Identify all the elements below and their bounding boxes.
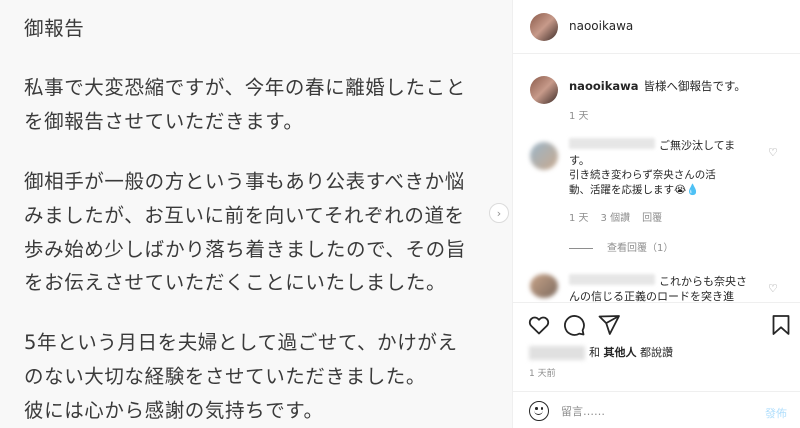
reply-button[interactable]: 回覆 bbox=[642, 213, 662, 224]
image-text-line: 5年という月日を夫婦として過ごせて、かけがえ bbox=[24, 331, 458, 354]
heart-icon[interactable]: ♡ bbox=[768, 145, 778, 160]
heart-icon[interactable]: ♡ bbox=[768, 281, 778, 296]
likes-and: 和 bbox=[589, 346, 600, 359]
avatar[interactable] bbox=[530, 76, 558, 104]
view-replies-button[interactable]: 查看回覆（1） bbox=[569, 241, 673, 256]
image-text-line: を御報告させていただきます。 bbox=[24, 110, 304, 133]
image-text-line: 歩み始め少しばかり落ち着きましたので、その旨 bbox=[24, 238, 466, 261]
caption-time[interactable]: 1 天 bbox=[569, 107, 589, 122]
comment-likes[interactable]: 3 個讚 bbox=[601, 213, 631, 224]
heart-icon[interactable] bbox=[527, 313, 551, 337]
comment-meta: 1 天 3 個讚 回覆 bbox=[569, 211, 674, 226]
image-text-line: 御相手が一般の方という事もあり公表すべきか悩 bbox=[24, 170, 465, 193]
image-text-line: 彼には心から感謝の気持ちです。 bbox=[24, 399, 324, 422]
post-sidebar: naooikawa naooikawa 皆様へ御報告です。 1 天 ご無沙汰してま… bbox=[512, 0, 800, 428]
header-username[interactable]: naooikawa bbox=[569, 19, 633, 33]
avatar[interactable] bbox=[530, 274, 558, 298]
view-replies-label: 查看回覆（1） bbox=[607, 243, 674, 254]
add-comment-bar: 發佈 bbox=[513, 391, 800, 428]
comment-text: これからも奈央さ bbox=[659, 275, 747, 288]
avatar[interactable] bbox=[530, 13, 558, 41]
image-text-line: 御報告 bbox=[24, 17, 85, 40]
comment-text: す。 bbox=[569, 154, 590, 167]
blurred-username[interactable] bbox=[569, 138, 655, 149]
comment-line-1: これからも奈央さ bbox=[569, 274, 747, 289]
likes-others[interactable]: 其他人 bbox=[604, 346, 637, 359]
post-comment-button[interactable]: 發佈 bbox=[765, 405, 787, 421]
image-text-line: をお伝えさせていただくことにいたしました。 bbox=[24, 271, 447, 294]
caption-text: 皆様へ御報告です。 bbox=[643, 79, 746, 93]
likes-summary: 和 其他人 都說讚 bbox=[529, 344, 673, 360]
comment-line-1: ご無沙汰してま bbox=[569, 138, 735, 153]
divider bbox=[569, 247, 593, 249]
comment-text: ご無沙汰してま bbox=[659, 139, 736, 152]
comment-icon[interactable] bbox=[562, 313, 586, 337]
avatar[interactable] bbox=[530, 142, 558, 170]
comment-input[interactable] bbox=[561, 401, 751, 421]
paper-plane-icon[interactable] bbox=[597, 313, 621, 337]
post-header: naooikawa bbox=[513, 0, 800, 54]
post-actions: 和 其他人 都說讚 1 天前 發佈 bbox=[513, 302, 800, 428]
blurred-liker[interactable] bbox=[529, 346, 585, 360]
comment-text: んの信じる正義のロードを突き進 bbox=[569, 290, 734, 302]
image-text-line: のない大切な経験をさせていただきました。 bbox=[24, 365, 427, 388]
image-text-line: みましたが、お互いに前を向いてそれぞれの道を bbox=[24, 204, 465, 227]
comment-text: 動、活躍を応援します😭💧 bbox=[569, 184, 700, 196]
caption-line: naooikawa 皆様へ御報告です。 bbox=[569, 78, 746, 94]
blurred-username[interactable] bbox=[569, 274, 655, 285]
chevron-right-icon[interactable]: › bbox=[489, 203, 509, 223]
smiley-icon[interactable] bbox=[529, 401, 549, 421]
caption-username[interactable]: naooikawa bbox=[569, 79, 638, 93]
comment-text: 引き続き変わらず奈央さんの活 bbox=[569, 169, 716, 181]
instagram-post-view: 御報告 私事で大変恐縮ですが、今年の春に離婚したこと を御報告させていただきます… bbox=[0, 0, 800, 428]
likes-suffix: 都說讚 bbox=[640, 346, 673, 359]
comment-time[interactable]: 1 天 bbox=[569, 213, 589, 224]
post-time[interactable]: 1 天前 bbox=[529, 366, 556, 379]
image-text-line: 私事で大変恐縮ですが、今年の春に離婚したこと bbox=[24, 76, 466, 99]
post-image: 御報告 私事で大変恐縮ですが、今年の春に離婚したこと を御報告させていただきます… bbox=[0, 0, 512, 428]
bookmark-icon[interactable] bbox=[769, 313, 793, 337]
